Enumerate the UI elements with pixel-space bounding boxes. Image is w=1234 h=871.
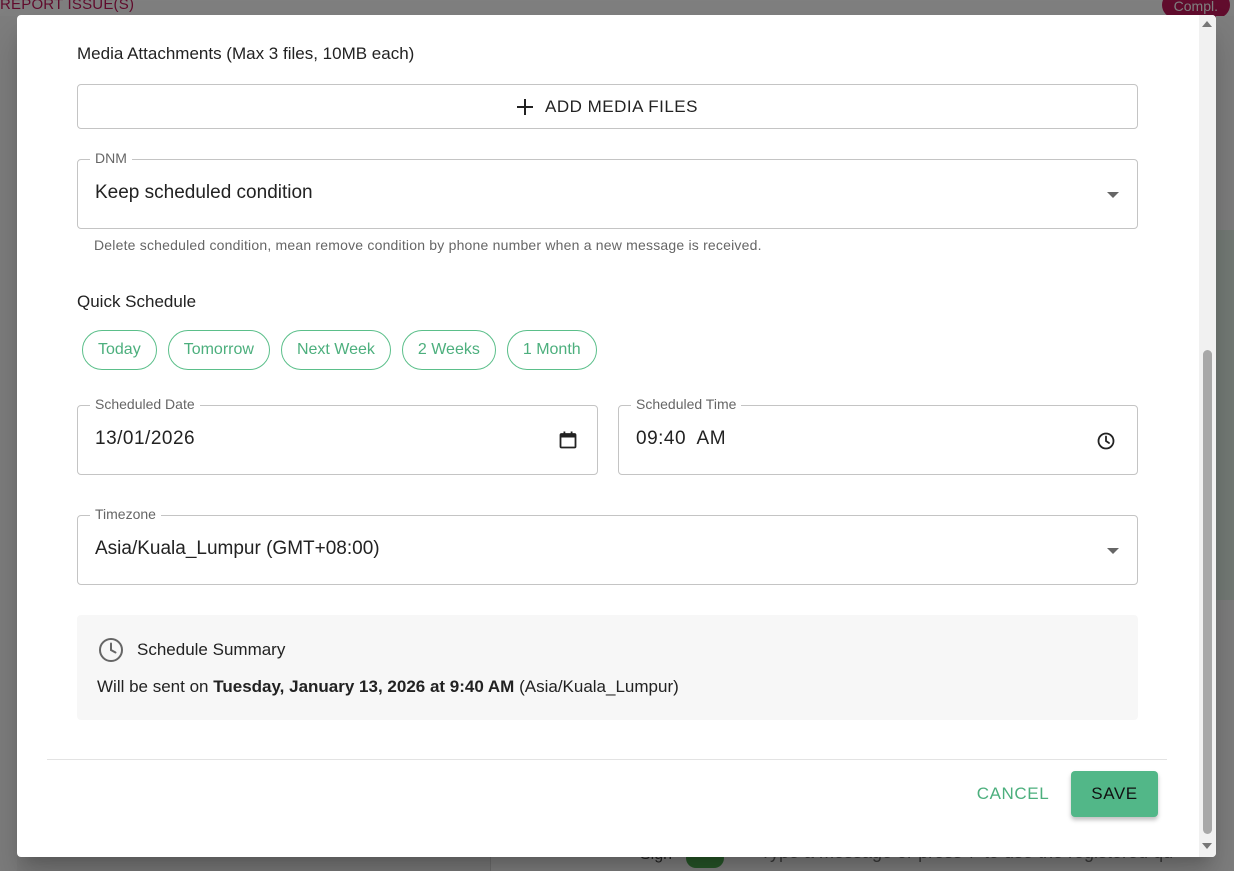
- cancel-button[interactable]: CANCEL: [967, 772, 1059, 816]
- chip-1-month[interactable]: 1 Month: [506, 330, 597, 370]
- schedule-summary-title: Schedule Summary: [137, 640, 286, 659]
- dnm-value: Keep scheduled condition: [95, 182, 313, 203]
- dialog-actions-divider: [47, 759, 1167, 760]
- scheduled-time-value[interactable]: 09:40 AM: [636, 428, 726, 450]
- dnm-helper-text: Delete scheduled condition, mean remove …: [94, 237, 762, 253]
- add-media-files-label: ADD MEDIA FILES: [545, 96, 698, 116]
- clock-icon[interactable]: [1097, 432, 1115, 450]
- scheduled-date-value[interactable]: 13/01/2026: [95, 428, 195, 450]
- timezone-label: Timezone: [90, 506, 161, 522]
- save-button[interactable]: SAVE: [1071, 771, 1158, 817]
- summary-prefix: Will be sent on: [97, 677, 214, 696]
- media-attachments-label: Media Attachments (Max 3 files, 10MB eac…: [77, 44, 415, 63]
- calendar-icon[interactable]: [559, 431, 577, 449]
- dialog-scrollbar[interactable]: [1199, 15, 1216, 857]
- timezone-value: Asia/Kuala_Lumpur (GMT+08:00): [95, 538, 380, 559]
- summary-timezone: (Asia/Kuala_Lumpur): [514, 677, 679, 696]
- schedule-summary-text: Will be sent on Tuesday, January 13, 202…: [97, 677, 679, 697]
- plus-icon: [517, 98, 533, 115]
- chip-next-week[interactable]: Next Week: [280, 330, 391, 370]
- scroll-down-arrow-icon[interactable]: [1202, 843, 1212, 849]
- quick-schedule-chips: Today Tomorrow Next Week 2 Weeks 1 Month: [82, 330, 597, 370]
- chip-2-weeks[interactable]: 2 Weeks: [401, 330, 496, 370]
- dnm-select[interactable]: DNM Keep scheduled condition: [77, 150, 1138, 229]
- scheduled-date-label: Scheduled Date: [90, 396, 200, 412]
- schedule-dialog: Media Attachments (Max 3 files, 10MB eac…: [17, 15, 1216, 857]
- schedule-summary: Schedule Summary Will be sent on Tuesday…: [77, 615, 1138, 720]
- dnm-label: DNM: [90, 150, 132, 166]
- scheduled-date-field[interactable]: Scheduled Date 13/01/2026: [77, 396, 598, 475]
- add-media-files-button[interactable]: ADD MEDIA FILES: [77, 84, 1138, 129]
- chip-tomorrow[interactable]: Tomorrow: [167, 330, 270, 370]
- scheduled-time-label: Scheduled Time: [631, 396, 742, 412]
- chevron-down-icon: [1107, 548, 1119, 554]
- timezone-select[interactable]: Timezone Asia/Kuala_Lumpur (GMT+08:00): [77, 506, 1138, 585]
- clock-icon: [99, 638, 123, 662]
- scroll-up-arrow-icon[interactable]: [1202, 21, 1212, 27]
- scrollbar-thumb[interactable]: [1203, 350, 1212, 834]
- chevron-down-icon: [1107, 192, 1119, 198]
- quick-schedule-title: Quick Schedule: [77, 292, 197, 311]
- summary-datetime: Tuesday, January 13, 2026 at 9:40 AM: [213, 677, 515, 696]
- scheduled-time-field[interactable]: Scheduled Time 09:40 AM: [618, 396, 1138, 475]
- chip-today[interactable]: Today: [82, 330, 157, 370]
